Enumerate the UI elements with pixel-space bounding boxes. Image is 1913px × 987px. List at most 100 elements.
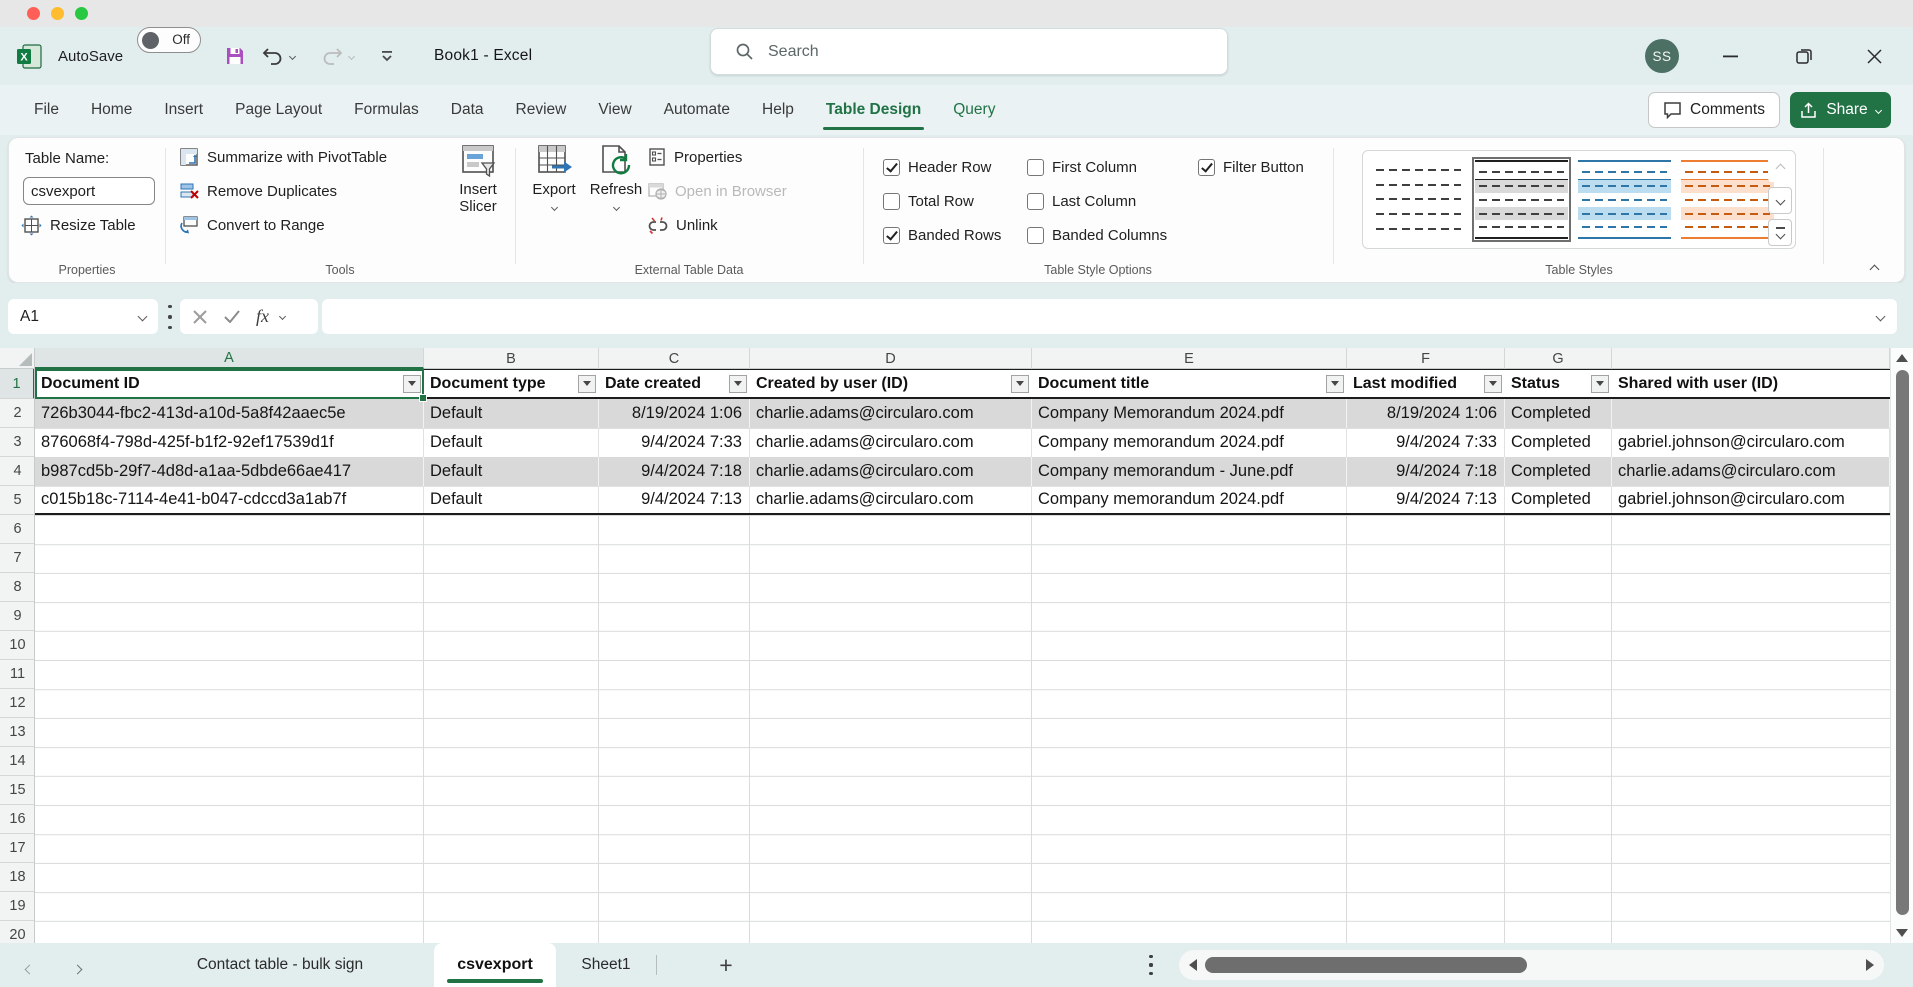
total-row-checkbox[interactable] bbox=[883, 193, 900, 210]
column-header-E[interactable]: E bbox=[1032, 348, 1347, 369]
filter-button[interactable] bbox=[1484, 375, 1502, 393]
next-sheet-button[interactable] bbox=[74, 960, 81, 978]
checkbox-first-column[interactable]: First Column bbox=[1027, 150, 1198, 184]
row-header-1[interactable]: 1 bbox=[0, 369, 35, 399]
tab-page-layout[interactable]: Page Layout bbox=[219, 85, 338, 135]
horizontal-scrollbar-thumb[interactable] bbox=[1205, 957, 1527, 973]
grid-body[interactable]: Document IDDocument typeDate createdCrea… bbox=[35, 369, 1890, 943]
row-header-18[interactable]: 18 bbox=[0, 863, 35, 892]
formula-bar-drag-handle[interactable] bbox=[167, 305, 173, 329]
filter-button[interactable] bbox=[578, 375, 596, 393]
tab-home[interactable]: Home bbox=[75, 85, 148, 135]
cell[interactable]: 9/4/2024 7:33 bbox=[599, 428, 750, 457]
column-header-C[interactable]: C bbox=[599, 348, 750, 369]
style-light-blue-swatch[interactable] bbox=[1578, 160, 1671, 239]
cell[interactable]: b987cd5b-29f7-4d8d-a1aa-5dbde66ae417 bbox=[35, 457, 424, 486]
row-header-11[interactable]: 11 bbox=[0, 660, 35, 689]
sheet-tab-csvexport[interactable]: csvexport bbox=[434, 943, 556, 987]
filter-button[interactable] bbox=[729, 375, 747, 393]
cell[interactable]: Default bbox=[424, 399, 599, 428]
cell[interactable]: 8/19/2024 1:06 bbox=[1347, 399, 1505, 428]
cell[interactable]: Completed bbox=[1505, 457, 1612, 486]
filter-button[interactable] bbox=[1591, 375, 1609, 393]
row-header-3[interactable]: 3 bbox=[0, 428, 35, 457]
sheet-tab-contact-table-bulk-sign[interactable]: Contact table - bulk sign bbox=[130, 943, 430, 987]
save-button[interactable] bbox=[224, 27, 246, 85]
row-header-5[interactable]: 5 bbox=[0, 486, 35, 515]
filter-button[interactable] bbox=[1326, 375, 1344, 393]
add-sheet-button[interactable]: + bbox=[706, 943, 746, 987]
row-header-9[interactable]: 9 bbox=[0, 602, 35, 631]
cell[interactable]: Company Memorandum 2024.pdf bbox=[1032, 399, 1347, 428]
convert-to-range-button[interactable]: Convert to Range bbox=[179, 215, 325, 235]
unlink-button[interactable]: Unlink bbox=[648, 216, 718, 235]
remove-duplicates-button[interactable]: Remove Duplicates bbox=[179, 181, 337, 201]
cell[interactable]: Default bbox=[424, 486, 599, 513]
horizontal-scrollbar[interactable] bbox=[1179, 950, 1884, 980]
table-header-shared-with-user-id[interactable]: Shared with user (ID) bbox=[1612, 370, 1890, 397]
cell[interactable]: 9/4/2024 7:13 bbox=[599, 486, 750, 513]
row-header-8[interactable]: 8 bbox=[0, 573, 35, 602]
style-light-gray-swatch[interactable] bbox=[1475, 160, 1568, 239]
cell[interactable]: Company memorandum 2024.pdf bbox=[1032, 486, 1347, 513]
scroll-right-icon[interactable] bbox=[1866, 959, 1874, 971]
export-button[interactable]: Export bbox=[523, 143, 585, 210]
style-none-swatch[interactable] bbox=[1372, 160, 1465, 239]
insert-slicer-button[interactable]: Insert Slicer bbox=[445, 143, 511, 215]
formula-input[interactable] bbox=[322, 299, 1897, 334]
customize-quick-access-icon[interactable] bbox=[380, 27, 394, 85]
name-box[interactable]: A1 bbox=[8, 299, 158, 334]
cell[interactable]: Completed bbox=[1505, 428, 1612, 457]
cell[interactable]: 8/19/2024 1:06 bbox=[599, 399, 750, 428]
scroll-up-icon[interactable] bbox=[1896, 354, 1908, 362]
header-row-checkbox[interactable] bbox=[883, 159, 900, 176]
row-header-4[interactable]: 4 bbox=[0, 457, 35, 486]
cell[interactable]: 9/4/2024 7:18 bbox=[1347, 457, 1505, 486]
tab-file[interactable]: File bbox=[18, 85, 75, 135]
cell[interactable]: Completed bbox=[1505, 399, 1612, 428]
insert-function-icon[interactable]: fx bbox=[256, 306, 269, 327]
cell[interactable]: charlie.adams@circularo.com bbox=[750, 486, 1032, 513]
scroll-down-icon[interactable] bbox=[1896, 929, 1908, 937]
cell[interactable]: 9/4/2024 7:13 bbox=[1347, 486, 1505, 513]
cell[interactable]: 876068f4-798d-425f-b1f2-92ef17539d1f bbox=[35, 428, 424, 457]
sheetbar-drag-handle[interactable] bbox=[1148, 955, 1154, 975]
name-box-chevron-icon[interactable] bbox=[138, 312, 148, 322]
column-header-F[interactable]: F bbox=[1347, 348, 1505, 369]
column-header-A[interactable]: A bbox=[35, 348, 424, 369]
cell[interactable]: 9/4/2024 7:33 bbox=[1347, 428, 1505, 457]
cell[interactable]: Company memorandum - June.pdf bbox=[1032, 457, 1347, 486]
row-header-2[interactable]: 2 bbox=[0, 399, 35, 428]
resize-table-button[interactable]: Resize Table bbox=[21, 215, 136, 236]
checkbox-banded-rows[interactable]: Banded Rows bbox=[883, 218, 1027, 252]
row-header-6[interactable]: 6 bbox=[0, 515, 35, 544]
banded-columns-checkbox[interactable] bbox=[1027, 227, 1044, 244]
cell[interactable]: Default bbox=[424, 457, 599, 486]
checkbox-total-row[interactable]: Total Row bbox=[883, 184, 1027, 218]
cell[interactable]: Default bbox=[424, 428, 599, 457]
account-avatar[interactable]: SS bbox=[1645, 39, 1679, 73]
row-header-15[interactable]: 15 bbox=[0, 776, 35, 805]
close-button[interactable] bbox=[1858, 39, 1890, 73]
tab-insert[interactable]: Insert bbox=[148, 85, 219, 135]
cell[interactable]: 726b3044-fbc2-413d-a10d-5a8f42aaec5e bbox=[35, 399, 424, 428]
collapse-ribbon-button[interactable] bbox=[1859, 258, 1889, 280]
share-button[interactable]: Share bbox=[1790, 92, 1891, 128]
autosave-toggle[interactable]: Off bbox=[137, 27, 201, 53]
banded-rows-checkbox[interactable] bbox=[883, 227, 900, 244]
table-header-date-created[interactable]: Date created bbox=[599, 370, 750, 397]
table-header-status[interactable]: Status bbox=[1505, 370, 1612, 397]
tab-formulas[interactable]: Formulas bbox=[338, 85, 435, 135]
style-light-orange-swatch[interactable] bbox=[1681, 160, 1774, 239]
minimize-traffic-light[interactable] bbox=[51, 7, 64, 20]
cell[interactable]: charlie.adams@circularo.com bbox=[750, 428, 1032, 457]
tab-query[interactable]: Query bbox=[937, 85, 1011, 135]
cell[interactable] bbox=[1612, 399, 1890, 428]
cell[interactable]: Company memorandum 2024.pdf bbox=[1032, 428, 1347, 457]
row-header-17[interactable]: 17 bbox=[0, 834, 35, 863]
close-traffic-light[interactable] bbox=[27, 7, 40, 20]
tab-view[interactable]: View bbox=[582, 85, 647, 135]
table-header-created-by-user-id[interactable]: Created by user (ID) bbox=[750, 370, 1032, 397]
minimize-button[interactable] bbox=[1714, 39, 1746, 73]
row-header-12[interactable]: 12 bbox=[0, 689, 35, 718]
